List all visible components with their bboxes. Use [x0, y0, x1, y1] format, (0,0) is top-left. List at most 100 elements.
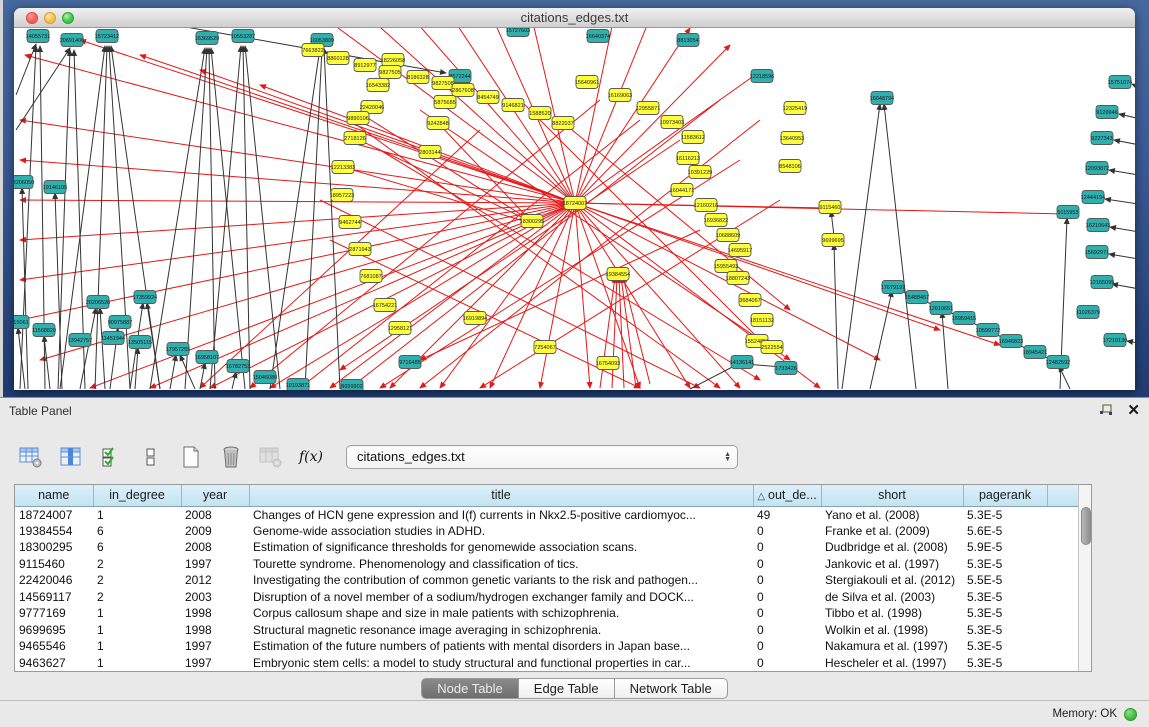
graph-node[interactable]: 18724007 — [563, 197, 587, 210]
graph-node[interactable]: 16958107 — [195, 351, 219, 364]
graph-edge[interactable] — [942, 312, 948, 389]
graph-node[interactable]: 7254067 — [534, 341, 556, 354]
graph-node[interactable]: 12444194 — [1081, 191, 1105, 204]
graph-edge[interactable] — [1112, 284, 1135, 290]
graph-edge[interactable] — [150, 48, 205, 389]
table-cell[interactable]: 9115460 — [15, 556, 93, 573]
graph-node[interactable]: 12213383 — [331, 161, 355, 174]
table-cell[interactable]: Changes of HCN gene expression and I(f) … — [249, 506, 753, 523]
table-cell[interactable]: Hescheler et al. (1997) — [821, 655, 963, 672]
table-cell[interactable]: 0 — [753, 638, 821, 655]
graph-edge[interactable] — [270, 203, 575, 388]
graph-edge[interactable] — [270, 48, 320, 389]
table-cell[interactable]: 5.3E-5 — [963, 506, 1047, 523]
graph-node[interactable]: 14055731 — [26, 30, 50, 43]
graph-node[interactable]: 15488457 — [905, 291, 929, 304]
table-cell[interactable]: 5.3E-5 — [963, 589, 1047, 606]
table-row[interactable]: 969969511998Structural magnetic resonanc… — [15, 622, 1078, 639]
table-cell[interactable]: Jankovic et al. (1997) — [821, 556, 963, 573]
graph-edge[interactable] — [834, 244, 838, 389]
row-height-button[interactable] — [138, 444, 164, 470]
graph-node[interactable]: 16936822 — [704, 214, 728, 227]
graph-node[interactable]: 13505115 — [128, 336, 152, 349]
graph-node[interactable]: 19384554 — [606, 268, 630, 281]
table-cell[interactable]: 9699695 — [15, 622, 93, 639]
graph-edge[interactable] — [420, 120, 760, 388]
graph-node[interactable]: 15640961 — [575, 76, 599, 89]
graph-node[interactable]: 16754221 — [373, 299, 397, 312]
table-cell[interactable]: 0 — [753, 605, 821, 622]
graph-node[interactable]: 12093872 — [1085, 162, 1109, 175]
column-settings-button[interactable] — [18, 444, 44, 470]
graph-edge[interactable] — [1114, 140, 1135, 146]
graph-node[interactable]: 16959415 — [952, 312, 976, 325]
table-cell[interactable]: 6 — [93, 539, 181, 556]
graph-node[interactable]: 8822037 — [552, 117, 574, 130]
graph-node[interactable]: 18957223 — [330, 189, 354, 202]
table-cell[interactable]: 0 — [753, 622, 821, 639]
table-cell[interactable]: 9777169 — [15, 605, 93, 622]
table-cell[interactable]: Disruption of a novel member of a sodium… — [249, 589, 753, 606]
column-header-out-de-[interactable]: △out_de... — [753, 485, 821, 506]
graph-edge[interactable] — [420, 230, 700, 360]
table-cell[interactable]: Stergiakouli et al. (2012) — [821, 572, 963, 589]
graph-node[interactable]: 16116213 — [676, 152, 700, 165]
graph-edge[interactable] — [440, 203, 575, 388]
graph-edge[interactable] — [20, 203, 575, 280]
graph-node[interactable]: 2871943 — [349, 243, 371, 256]
table-cell[interactable]: 9465546 — [15, 638, 93, 655]
graph-node[interactable]: 12958121 — [388, 322, 412, 335]
table-cell[interactable]: Corpus callosum shape and size in male p… — [249, 605, 753, 622]
graph-node[interactable]: 16640374 — [586, 30, 610, 43]
graph-node[interactable]: 12325419 — [783, 102, 807, 115]
graph-node[interactable]: 9827508 — [432, 77, 454, 90]
graph-edge[interactable] — [831, 211, 834, 236]
table-cell[interactable]: 0 — [753, 589, 821, 606]
graph-node[interactable]: 16919894 — [463, 312, 487, 325]
graph-edge[interactable] — [305, 48, 322, 389]
table-cell[interactable]: 0 — [753, 655, 821, 672]
graph-node[interactable]: 9242848 — [427, 117, 449, 130]
graph-edge[interactable] — [842, 104, 880, 389]
graph-edge[interactable] — [16, 44, 36, 95]
table-cell[interactable]: Tibbo et al. (1998) — [821, 605, 963, 622]
graph-node[interactable]: 15692971 — [1085, 246, 1109, 259]
graph-edge[interactable] — [245, 46, 280, 389]
table-cell[interactable]: 18300295 — [15, 539, 93, 556]
table-cell[interactable]: 5.3E-5 — [963, 638, 1047, 655]
graph-edge[interactable] — [210, 46, 241, 389]
table-scrollbar-thumb[interactable] — [1081, 507, 1091, 545]
new-table-button[interactable] — [178, 444, 204, 470]
graph-node[interactable]: 12482592 — [1046, 356, 1070, 369]
graph-edge[interactable] — [343, 167, 527, 222]
table-cell[interactable]: 22420046 — [15, 572, 93, 589]
graph-node[interactable]: 13640953 — [780, 132, 804, 145]
table-cell[interactable]: 49 — [753, 506, 821, 523]
table-cell[interactable]: Investigating the contribution of common… — [249, 572, 753, 589]
graph-node[interactable]: 10973403 — [660, 116, 684, 129]
table-cell[interactable]: Dudbridge et al. (2008) — [821, 539, 963, 556]
graph-node[interactable]: 15727603 — [506, 28, 530, 37]
graph-edge[interactable] — [330, 203, 575, 388]
table-scrollbar[interactable] — [1078, 485, 1091, 671]
table-cell[interactable]: 6 — [93, 523, 181, 540]
graph-node[interactable]: 8186328 — [407, 71, 429, 84]
graph-node[interactable]: 9115460 — [819, 201, 841, 214]
graph-node[interactable]: 12160216 — [694, 199, 718, 212]
table-cell[interactable]: Genome-wide association studies in ADHD. — [249, 523, 753, 540]
graph-node[interactable]: 16782753 — [226, 360, 250, 373]
graph-node[interactable]: 8912977 — [354, 59, 376, 72]
graph-node[interactable]: 16169063 — [608, 89, 632, 102]
graph-edge[interactable] — [1132, 84, 1135, 90]
table-cell[interactable]: 14569117 — [15, 589, 93, 606]
table-cell[interactable]: 1 — [93, 622, 181, 639]
graph-edge[interactable] — [260, 85, 575, 203]
graph-edge[interactable] — [100, 308, 105, 389]
table-cell[interactable]: de Silva et al. (2003) — [821, 589, 963, 606]
table-cell[interactable]: 5.3E-5 — [963, 556, 1047, 573]
graph-node[interactable]: 9915061 — [14, 316, 29, 329]
graph-node[interactable]: 2867608 — [452, 84, 474, 97]
graph-node[interactable]: 16648794 — [870, 92, 894, 105]
table-cell[interactable]: Estimation of significance thresholds fo… — [249, 539, 753, 556]
graph-edge[interactable] — [232, 372, 236, 389]
